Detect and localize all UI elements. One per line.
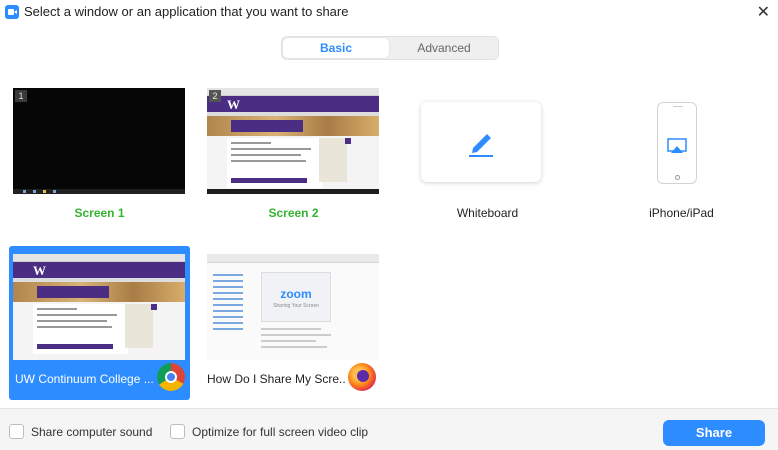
share-tile-screen-1[interactable]: 1 Screen 1 <box>9 88 190 242</box>
share-mode-tabs: Basic Advanced <box>281 36 499 60</box>
title-bar: Select a window or an application that y… <box>0 0 778 24</box>
screen-2-thumbnail: W 2 <box>207 88 379 194</box>
zoom-logo: zoom <box>280 287 312 301</box>
tab-advanced[interactable]: Advanced <box>391 38 497 58</box>
chrome-window-thumbnail: W <box>13 254 185 360</box>
firefox-icon <box>348 363 376 391</box>
window-title: Select a window or an application that y… <box>24 4 349 19</box>
tile-label: Screen 2 <box>268 206 319 220</box>
taskbar <box>13 189 185 194</box>
share-sound-checkbox[interactable] <box>9 424 24 439</box>
share-tile-firefox-window[interactable]: zoom Sharing Your Screen How Do I Share … <box>203 246 384 400</box>
tile-label: UW Continuum College ... <box>15 372 154 386</box>
airplay-icon <box>667 138 687 153</box>
share-button[interactable]: Share <box>663 420 765 446</box>
share-tile-chrome-window[interactable]: W UW Continuum College ... <box>9 246 190 400</box>
optimize-video-label: Optimize for full screen video clip <box>192 425 369 439</box>
pencil-icon <box>469 134 493 157</box>
screen-number-badge: 1 <box>15 90 27 102</box>
screen-1-thumbnail: 1 <box>13 88 185 194</box>
screen-number-badge: 2 <box>209 90 221 102</box>
video-subtitle: Sharing Your Screen <box>273 303 319 309</box>
footer-bar: Share computer sound Optimize for full s… <box>0 408 778 450</box>
optimize-video-checkbox[interactable] <box>170 424 185 439</box>
uw-logo: W <box>227 97 240 112</box>
close-icon[interactable]: ✕ <box>757 2 770 22</box>
tile-label: How Do I Share My Scre... <box>207 372 345 386</box>
tile-label: iPhone/iPad <box>649 206 714 220</box>
tile-label: Screen 1 <box>74 206 125 220</box>
tab-basic[interactable]: Basic <box>283 38 389 58</box>
whiteboard-card <box>421 102 541 182</box>
iphone-device <box>657 102 697 184</box>
share-tile-screen-2[interactable]: W 2 Screen 2 <box>203 88 384 242</box>
video-preview: zoom Sharing Your Screen <box>261 272 331 322</box>
zoom-camera-icon <box>5 5 19 19</box>
share-sound-label: Share computer sound <box>31 425 153 439</box>
tile-label: Whiteboard <box>456 206 519 220</box>
firefox-window-thumbnail: zoom Sharing Your Screen <box>207 254 379 360</box>
chrome-icon <box>157 363 185 391</box>
uw-logo: W <box>33 263 46 278</box>
share-tile-iphone-ipad[interactable]: iPhone/iPad <box>591 88 772 242</box>
share-tile-whiteboard[interactable]: Whiteboard <box>397 88 578 242</box>
